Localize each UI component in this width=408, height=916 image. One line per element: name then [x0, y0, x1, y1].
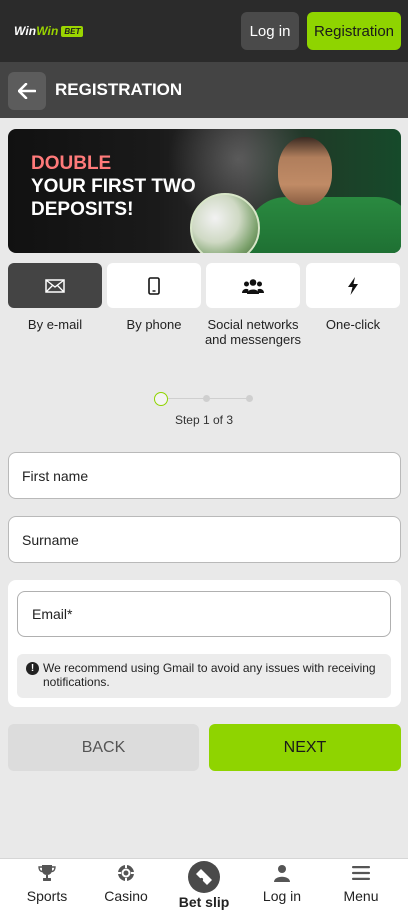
mail-icon	[45, 278, 65, 293]
step-2-indicator	[203, 395, 210, 402]
method-label-social: Social networks and messengers	[204, 317, 302, 347]
step-1-indicator	[154, 392, 168, 406]
user-icon	[271, 862, 293, 884]
ticket-icon	[188, 861, 220, 893]
login-button[interactable]: Log in	[241, 12, 299, 50]
back-arrow-button[interactable]	[8, 72, 46, 110]
surname-field[interactable]: Surname	[8, 516, 401, 563]
arrow-left-icon	[18, 83, 36, 99]
nav-sports[interactable]: Sports	[7, 862, 87, 904]
method-label-oneclick: One-click	[325, 317, 381, 332]
method-tab-email[interactable]	[8, 263, 102, 308]
nav-bet-slip[interactable]: Bet slip	[164, 861, 244, 910]
users-icon	[242, 278, 264, 294]
banner-headline-3: DEPOSITS!	[31, 199, 134, 220]
nav-casino[interactable]: Casino	[86, 862, 166, 904]
nav-menu[interactable]: Menu	[321, 862, 401, 904]
info-icon: !	[26, 662, 39, 675]
email-field[interactable]: Email*	[17, 591, 391, 637]
trophy-icon	[36, 862, 58, 884]
hamburger-icon	[350, 862, 372, 884]
method-tab-social[interactable]	[206, 263, 300, 308]
back-button[interactable]: BACK	[8, 724, 199, 771]
player-image-body	[246, 197, 401, 253]
method-label-email: By e-mail	[27, 317, 83, 332]
banner-headline-1: DOUBLE	[31, 153, 112, 174]
nav-casino-label: Casino	[104, 888, 148, 904]
first-name-field[interactable]: First name	[8, 452, 401, 499]
method-tab-phone[interactable]	[107, 263, 201, 308]
phone-icon	[148, 276, 160, 295]
winwin-logo[interactable]: WinWin BET	[14, 24, 84, 38]
nav-sports-label: Sports	[26, 888, 68, 904]
step-counter: Step 1 of 3	[174, 413, 234, 427]
player-image-head	[278, 137, 332, 205]
logo-text: WinWin	[14, 24, 59, 38]
registration-button[interactable]: Registration	[307, 12, 401, 50]
banner-headline-2: YOUR FIRST TWO	[31, 176, 196, 197]
nav-login-label: Log in	[262, 888, 302, 904]
next-button[interactable]: NEXT	[209, 724, 401, 771]
logo-badge: BET	[61, 25, 84, 37]
nav-menu-label: Menu	[343, 888, 379, 904]
lightning-icon	[348, 276, 358, 295]
gmail-notice-text: We recommend using Gmail to avoid any is…	[43, 661, 376, 689]
promo-banner[interactable]: DOUBLE YOUR FIRST TWO DEPOSITS!	[8, 129, 401, 253]
page-title: REGISTRATION	[55, 80, 183, 99]
method-tab-oneclick[interactable]	[306, 263, 400, 308]
nav-login[interactable]: Log in	[242, 862, 322, 904]
nav-bet-slip-label: Bet slip	[178, 894, 230, 910]
method-label-phone: By phone	[126, 317, 182, 332]
chip-icon	[115, 862, 137, 884]
step-3-indicator	[246, 395, 253, 402]
